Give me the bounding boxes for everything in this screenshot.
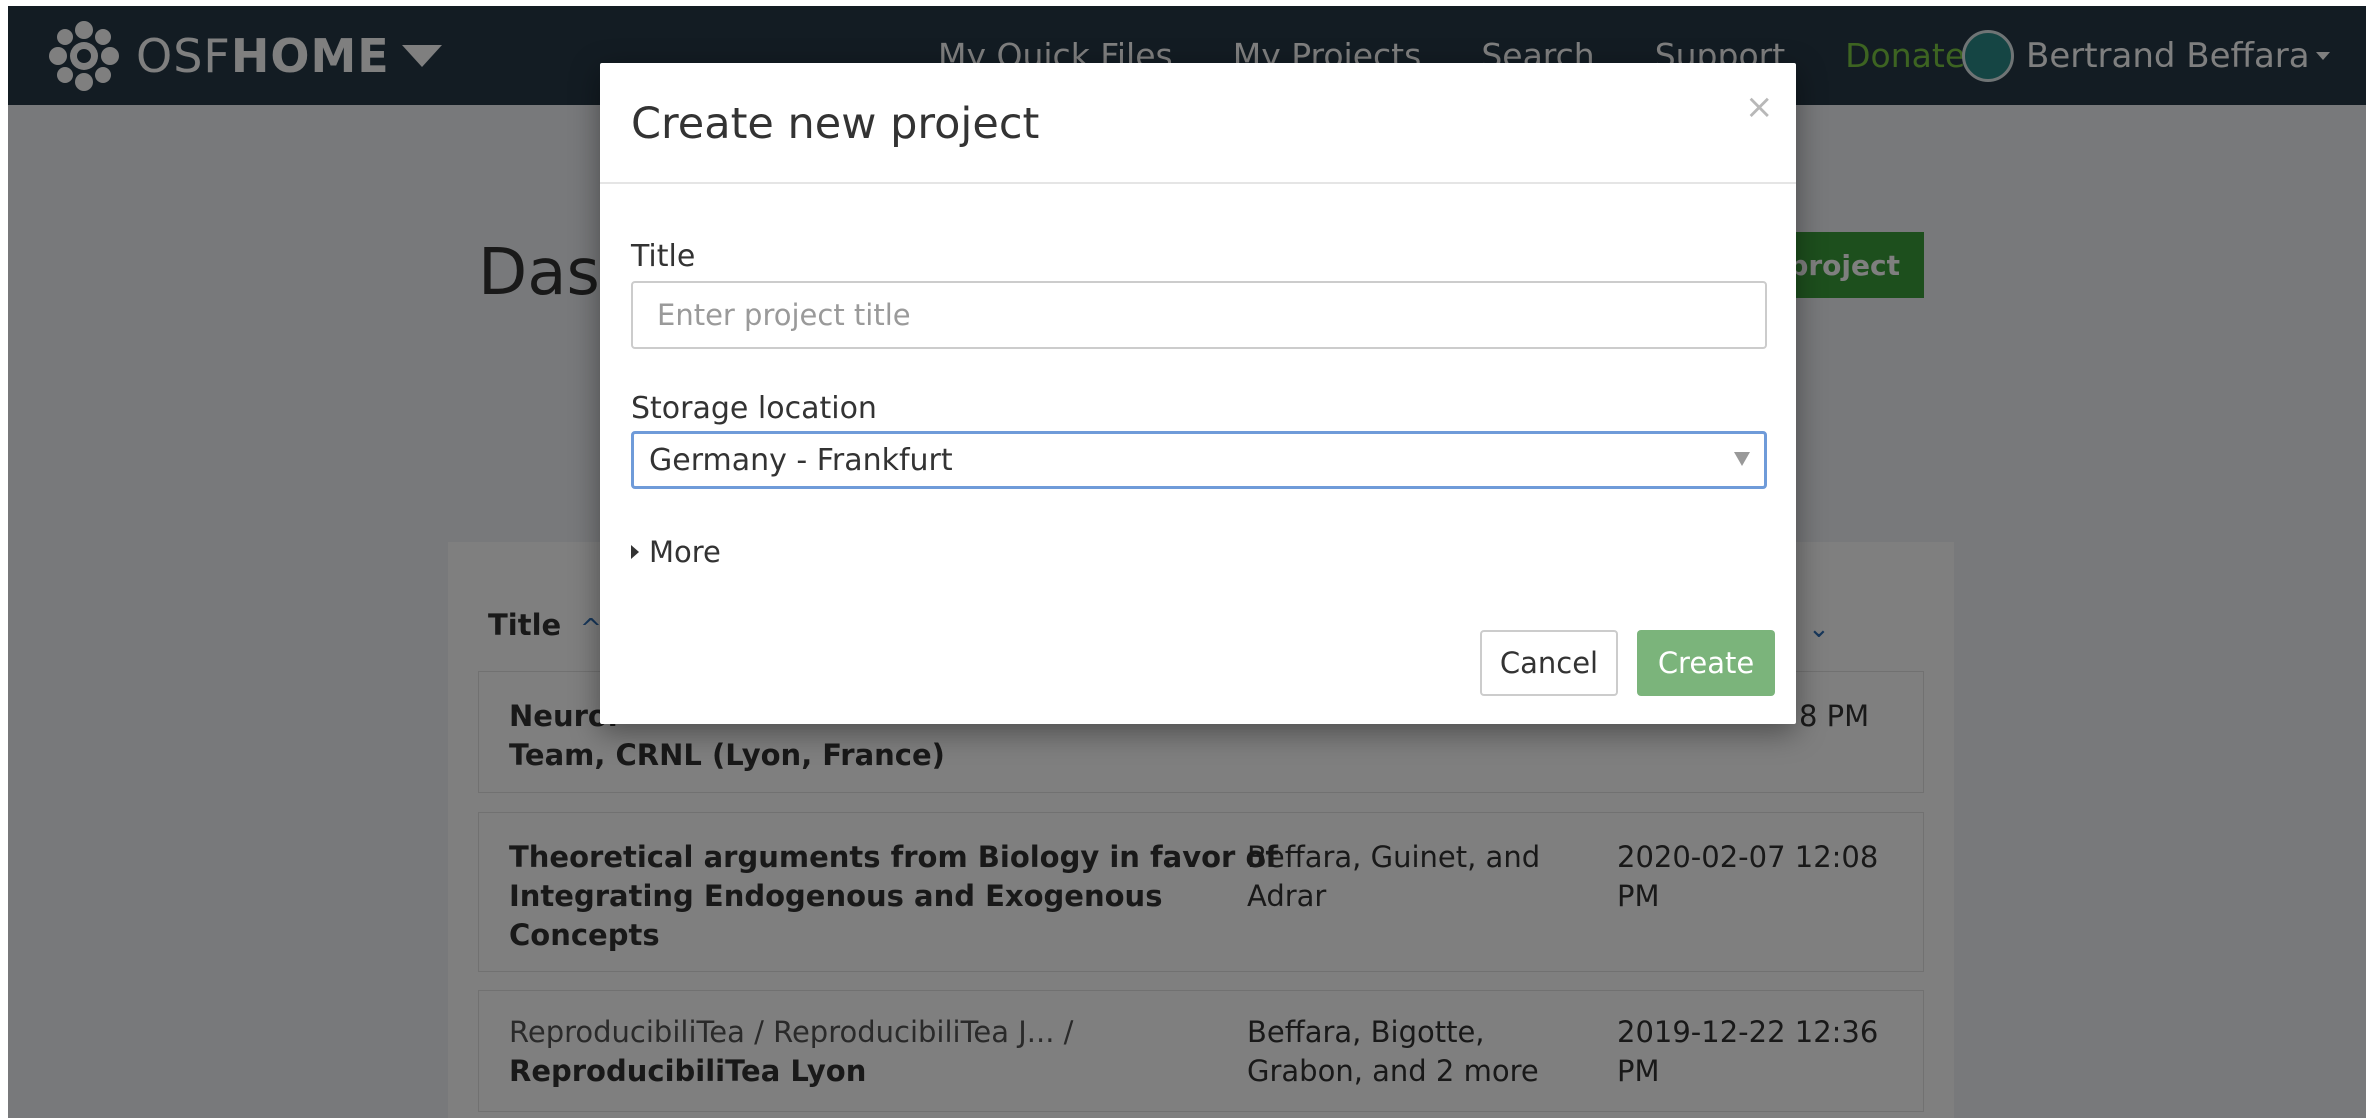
storage-location-value: Germany - Frankfurt xyxy=(649,442,953,478)
storage-location-select[interactable]: Germany - Frankfurt xyxy=(631,431,1767,489)
caret-right-icon xyxy=(631,545,639,559)
osf-page: OSFHOME My Quick Files My Projects Searc… xyxy=(8,6,2366,1118)
close-icon[interactable]: × xyxy=(1745,87,1774,127)
project-title-input[interactable] xyxy=(631,281,1767,349)
create-project-modal: Create new project × Title Storage locat… xyxy=(600,63,1796,724)
more-label: More xyxy=(649,535,721,569)
storage-location-label: Storage location xyxy=(631,391,877,426)
modal-header: Create new project × xyxy=(600,63,1796,184)
create-button[interactable]: Create xyxy=(1637,630,1775,696)
cancel-button[interactable]: Cancel xyxy=(1480,630,1618,696)
modal-title: Create new project xyxy=(631,99,1040,149)
select-arrow-icon xyxy=(1734,452,1750,466)
title-label: Title xyxy=(631,239,696,274)
more-options-toggle[interactable]: More xyxy=(631,535,721,569)
